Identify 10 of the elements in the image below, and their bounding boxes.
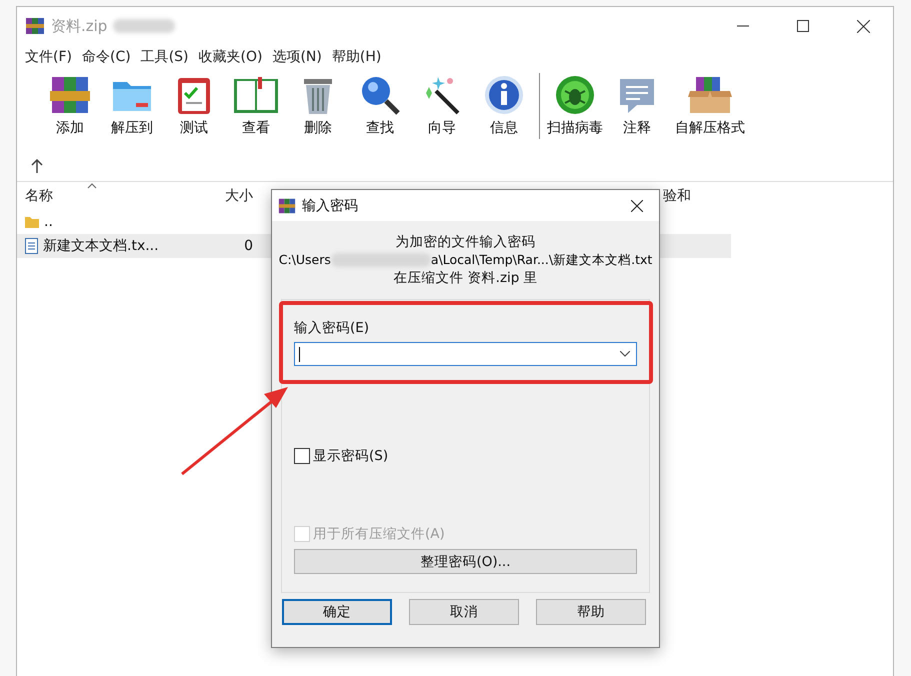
window-title: 资料.zip [51,16,108,36]
path-text: C:\Users [278,251,331,269]
prompt-text: 为加密的文件输入密码 [396,233,536,251]
archive-text: 在压缩文件 资料.zip 里 [393,269,538,287]
file-name: .. [44,214,53,230]
dialog-title: 输入密码 [302,196,358,214]
field-label: 输入密码(E) [294,319,370,337]
path-text: a\Local\Temp\Rar...\新建文本文档.txt [430,251,652,269]
file-name: 新建文本文档.tx... [43,237,159,255]
file-size: 0 [243,238,254,254]
